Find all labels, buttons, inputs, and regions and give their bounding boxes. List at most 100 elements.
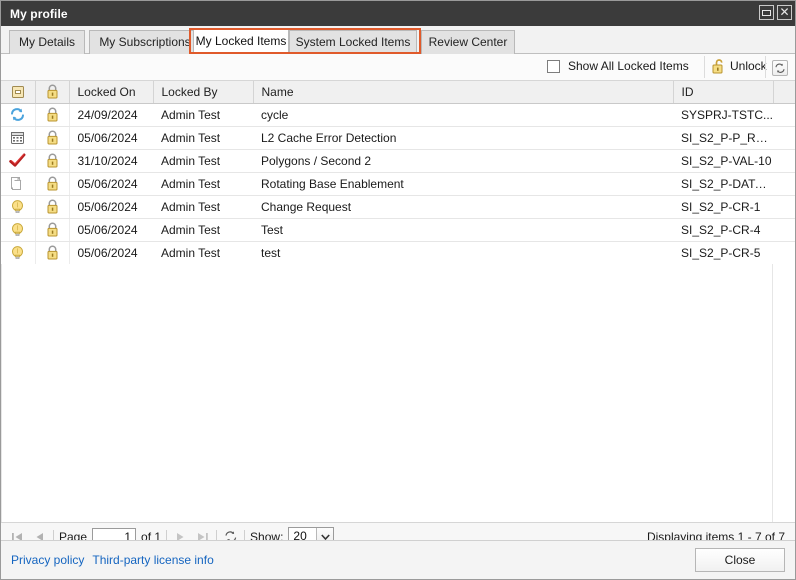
locked-items-panel: Show All Locked Items Unlock: [1, 54, 795, 540]
table-row[interactable]: 05/06/2024 Admin Test Change Request SI_…: [1, 195, 795, 218]
dialog-footer: Privacy policy Third-party license info …: [1, 540, 795, 579]
window-controls: ✕: [759, 5, 792, 20]
refresh-icon[interactable]: [772, 60, 788, 76]
padlock-icon: [36, 173, 69, 195]
cell-name: Polygons / Second 2: [253, 149, 673, 172]
archive-box-icon: [1, 81, 35, 103]
cell-locked-by: Admin Test: [153, 149, 253, 172]
tab-my-locked-items[interactable]: My Locked Items: [193, 29, 289, 54]
my-profile-dialog: My profile ✕ My Details My Subscriptions…: [0, 0, 796, 580]
table-row[interactable]: 05/06/2024 Admin Test L2 Cache Error Det…: [1, 126, 795, 149]
cell-name: cycle: [253, 103, 673, 126]
row-type-icon-cell: [1, 172, 35, 195]
padlock-icon: [36, 242, 69, 264]
column-header-id[interactable]: ID: [673, 81, 773, 103]
locked-items-table: Locked On Locked By Name ID: [1, 81, 795, 265]
cell-locked-on: 05/06/2024: [69, 195, 153, 218]
cell-id: SI_S2_P-CR-5: [673, 241, 773, 264]
table-row[interactable]: 05/06/2024 Admin Test test SI_S2_P-CR-5: [1, 241, 795, 264]
table-row[interactable]: 05/06/2024 Admin Test Test SI_S2_P-CR-4: [1, 218, 795, 241]
column-header-type[interactable]: [1, 81, 35, 103]
privacy-policy-link[interactable]: Privacy policy: [11, 553, 84, 567]
restore-icon[interactable]: [759, 5, 774, 20]
cell-id: SI_S2_P-CR-1: [673, 195, 773, 218]
column-header-name[interactable]: Name: [253, 81, 673, 103]
cell-id: SI_S2_P-VAL-10: [673, 149, 773, 172]
padlock-icon: [36, 127, 69, 149]
row-type-icon-cell: [1, 241, 35, 264]
padlock-icon: [36, 219, 69, 241]
cell-name: test: [253, 241, 673, 264]
cell-spare: [773, 195, 795, 218]
cell-spare: [773, 172, 795, 195]
row-lock-icon-cell: [35, 126, 69, 149]
open-padlock-icon: [712, 58, 726, 74]
cell-name: Rotating Base Enablement: [253, 172, 673, 195]
column-header-lock[interactable]: [35, 81, 69, 103]
cell-id: SI_S2_P-P_RE...: [673, 126, 773, 149]
cell-spare: [773, 241, 795, 264]
row-lock-icon-cell: [35, 103, 69, 126]
grid-empty-area: [1, 264, 795, 522]
close-button[interactable]: Close: [695, 548, 785, 572]
column-header-locked-by[interactable]: Locked By: [153, 81, 253, 103]
checkbox-box[interactable]: [547, 60, 560, 73]
table-row[interactable]: 05/06/2024 Admin Test Rotating Base Enab…: [1, 172, 795, 195]
cell-locked-by: Admin Test: [153, 103, 253, 126]
column-header-spare: [773, 81, 795, 103]
cell-id: SYSPRJ-TSTC...: [673, 103, 773, 126]
row-lock-icon-cell: [35, 195, 69, 218]
table-header-row: Locked On Locked By Name ID: [1, 81, 795, 103]
tab-my-subscriptions[interactable]: My Subscriptions: [89, 30, 201, 54]
table-body: 24/09/2024 Admin Test cycle SYSPRJ-TSTC.…: [1, 103, 795, 264]
padlock-icon: [36, 104, 69, 126]
cell-locked-by: Admin Test: [153, 195, 253, 218]
cell-locked-by: Admin Test: [153, 218, 253, 241]
cell-spare: [773, 149, 795, 172]
tab-system-locked-items[interactable]: System Locked Items: [289, 30, 417, 54]
window-titlebar: My profile ✕: [1, 1, 796, 26]
cell-locked-on: 24/09/2024: [69, 103, 153, 126]
table-row[interactable]: 31/10/2024 Admin Test Polygons / Second …: [1, 149, 795, 172]
copy-icon: [1, 173, 35, 195]
tab-strip: My Details My Subscriptions My Locked It…: [1, 26, 795, 54]
cell-locked-on: 05/06/2024: [69, 218, 153, 241]
grid-toolbar: Show All Locked Items Unlock: [1, 54, 795, 81]
cell-locked-by: Admin Test: [153, 172, 253, 195]
cell-locked-by: Admin Test: [153, 241, 253, 264]
lightbulb-icon: [1, 219, 35, 241]
row-lock-icon-cell: [35, 149, 69, 172]
third-party-license-link[interactable]: Third-party license info: [92, 553, 213, 567]
cell-spare: [773, 218, 795, 241]
cell-id: SI_S2_P-DATA-...: [673, 172, 773, 195]
cell-locked-on: 05/06/2024: [69, 241, 153, 264]
tab-review-center[interactable]: Review Center: [421, 30, 515, 54]
cell-name: Test: [253, 218, 673, 241]
lightbulb-icon: [1, 242, 35, 264]
row-type-icon-cell: [1, 195, 35, 218]
footer-links: Privacy policy Third-party license info: [11, 553, 214, 567]
cycle-icon: [1, 103, 35, 125]
tab-my-details[interactable]: My Details: [9, 30, 85, 54]
row-type-icon-cell: [1, 103, 35, 126]
cell-locked-on: 31/10/2024: [69, 149, 153, 172]
cell-id: SI_S2_P-CR-4: [673, 218, 773, 241]
cell-spare: [773, 126, 795, 149]
row-type-icon-cell: [1, 126, 35, 149]
checkmark-icon: [1, 150, 35, 172]
row-lock-icon-cell: [35, 241, 69, 264]
padlock-icon: [36, 81, 69, 103]
padlock-icon: [36, 196, 69, 218]
show-all-locked-items-checkbox[interactable]: Show All Locked Items: [547, 59, 689, 73]
table-row[interactable]: 24/09/2024 Admin Test cycle SYSPRJ-TSTC.…: [1, 103, 795, 126]
show-all-locked-items-label: Show All Locked Items: [568, 59, 689, 73]
toolbar-divider-2: [765, 56, 766, 78]
close-icon[interactable]: ✕: [777, 5, 792, 20]
locked-items-grid: Locked On Locked By Name ID: [1, 81, 795, 522]
cell-name: L2 Cache Error Detection: [253, 126, 673, 149]
cell-locked-on: 05/06/2024: [69, 126, 153, 149]
unlock-button[interactable]: Unlock: [712, 58, 767, 74]
window-title: My profile: [10, 7, 68, 21]
row-type-icon-cell: [1, 218, 35, 241]
column-header-locked-on[interactable]: Locked On: [69, 81, 153, 103]
